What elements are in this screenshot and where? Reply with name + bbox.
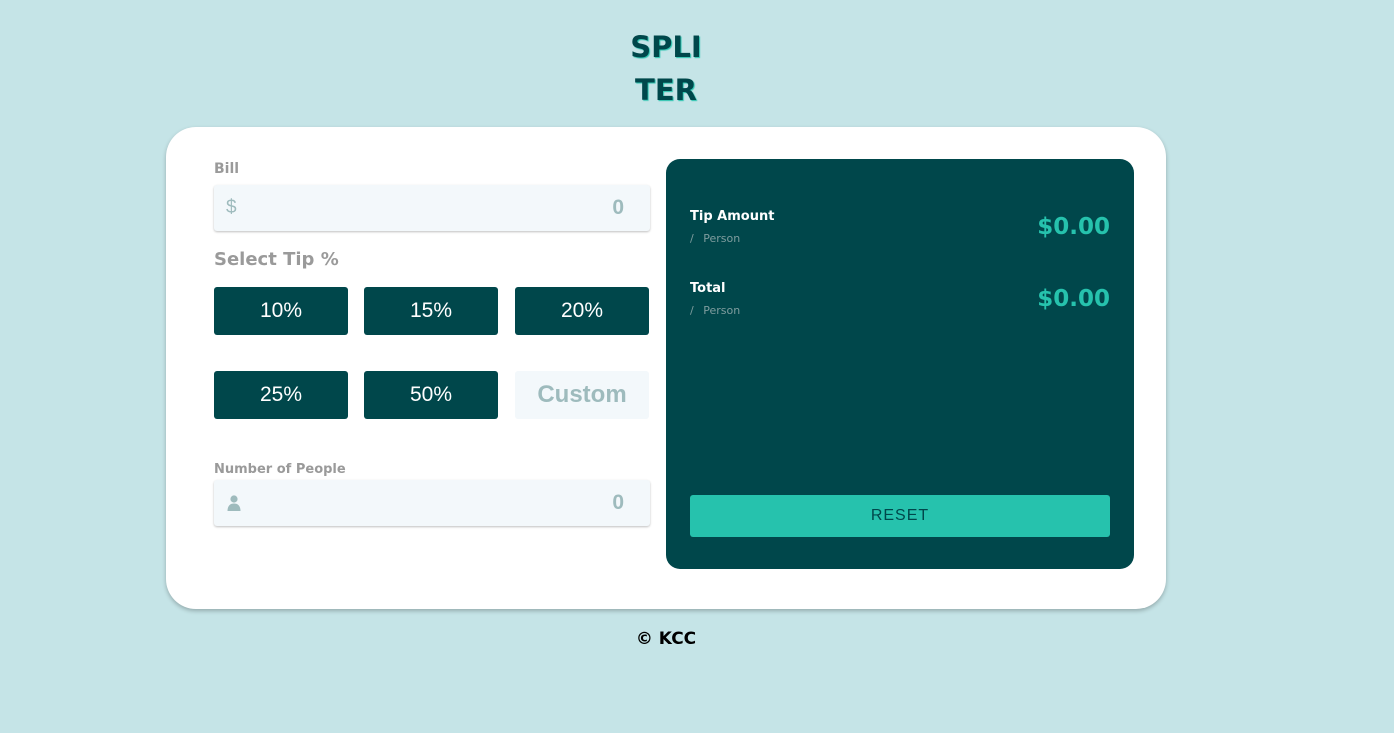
total-sub: / Person [690,304,741,317]
people-input-box [214,480,650,526]
tip-amount-label: Tip Amount [690,209,775,224]
select-tip-label: Select Tip % [214,249,339,270]
tip-amount-sub: / Person [690,232,741,245]
people-input[interactable] [264,480,624,526]
reset-button[interactable]: RESET [690,495,1110,537]
people-label: Number of People [214,462,346,477]
tip-25-button[interactable]: 25% [214,371,348,419]
total-label: Total [690,281,726,296]
footer-credit: © KCC [635,629,697,649]
results-panel: Tip Amount / Person $0.00 Total / Person… [666,159,1134,569]
tip-20-button[interactable]: 20% [515,287,649,335]
total-value: $0.00 [1037,286,1110,312]
app-logo: SPLI TER [620,26,712,112]
logo-line-2: TER [635,73,697,107]
bill-input[interactable] [264,185,624,231]
tip-amount-value: $0.00 [1037,214,1110,240]
person-icon [227,495,241,511]
tip-15-button[interactable]: 15% [364,287,498,335]
bill-input-box: $ [214,185,650,231]
tip-50-button[interactable]: 50% [364,371,498,419]
dollar-icon: $ [226,197,237,218]
bill-label: Bill [214,161,240,177]
custom-tip-input[interactable]: Custom [515,371,649,419]
logo-line-1: SPLI [630,30,702,64]
tip-10-button[interactable]: 10% [214,287,348,335]
